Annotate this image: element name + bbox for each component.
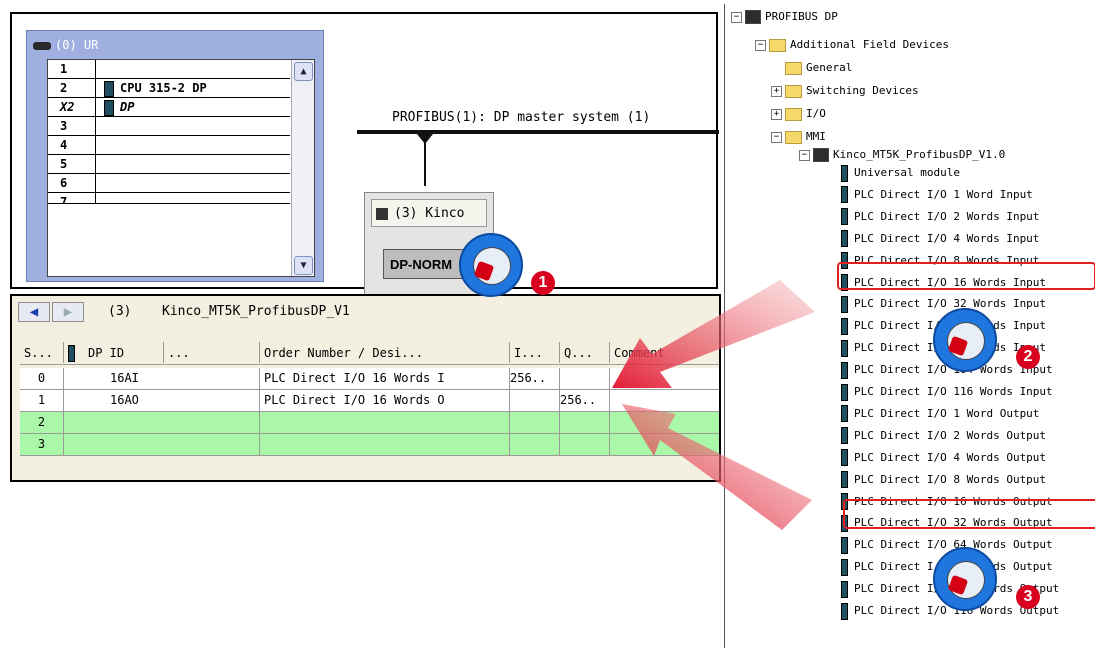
click-indicator-3: [933, 547, 997, 611]
step-badge-3: 3: [1016, 585, 1040, 609]
drag-arrows: [612, 280, 815, 530]
drag-arrow-output: [622, 404, 812, 530]
step-badge-1: 1: [531, 271, 555, 295]
drag-arrow-input: [612, 280, 815, 388]
step-badge-2: 2: [1016, 345, 1040, 369]
click-indicator-2: [933, 308, 997, 372]
click-indicator-1: [459, 233, 523, 297]
